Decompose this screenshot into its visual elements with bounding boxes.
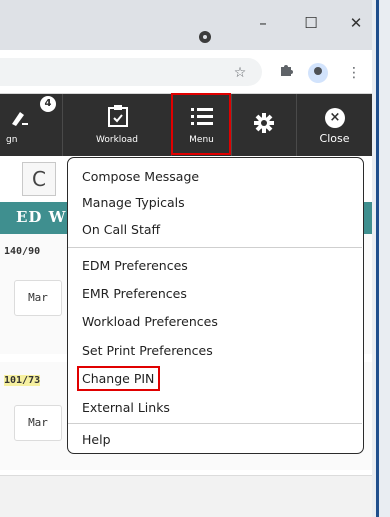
- address-field[interactable]: [0, 58, 262, 86]
- menu-button-highlight: [171, 93, 231, 155]
- kebab-menu-icon[interactable]: ⋮: [344, 63, 364, 83]
- sign-tool-button[interactable]: 4 gn: [0, 94, 61, 156]
- close-circle-icon: ×: [325, 108, 345, 128]
- window-edge: [372, 0, 390, 517]
- settings-button[interactable]: [231, 94, 296, 156]
- main-menu-dropdown: Compose Message Manage Typicals On Call …: [67, 157, 364, 454]
- menu-item-workload-preferences[interactable]: Workload Preferences: [82, 314, 218, 329]
- notification-badge: 4: [40, 96, 56, 112]
- menu-item-edm-preferences[interactable]: EDM Preferences: [82, 258, 188, 273]
- menu-divider: [68, 423, 362, 424]
- change-pin-highlight: [77, 366, 160, 391]
- menu-item-help[interactable]: Help: [82, 432, 111, 447]
- minimize-button[interactable]: –: [252, 12, 274, 34]
- menu-item-compose-message[interactable]: Compose Message: [82, 169, 199, 184]
- window-close-button[interactable]: ✕: [345, 12, 367, 34]
- menu-divider: [68, 247, 362, 248]
- browser-toolbar: ☆ ⋮: [0, 50, 372, 94]
- menu-item-set-print-preferences[interactable]: Set Print Preferences: [82, 343, 213, 358]
- recording-indicator-icon: [199, 31, 211, 43]
- bookmark-star-icon[interactable]: ☆: [230, 63, 250, 83]
- menu-item-external-links[interactable]: External Links: [82, 400, 170, 415]
- browser-titlebar: – ☐ ✕: [0, 0, 372, 50]
- date-cell[interactable]: Mar: [14, 280, 62, 316]
- section-header-text: ED W: [16, 208, 67, 226]
- bottom-panel: [0, 475, 372, 517]
- vital-bp: 140/90: [4, 246, 41, 257]
- workload-clipboard-icon: [108, 105, 128, 127]
- refresh-button[interactable]: C: [22, 162, 56, 196]
- menu-item-on-call-staff[interactable]: On Call Staff: [82, 222, 160, 237]
- menu-item-emr-preferences[interactable]: EMR Preferences: [82, 286, 187, 301]
- workload-button[interactable]: Workload: [62, 94, 171, 156]
- extensions-puzzle-icon[interactable]: [276, 63, 296, 83]
- date-cell[interactable]: Mar: [14, 405, 62, 441]
- close-label: Close: [319, 132, 350, 145]
- menu-item-manage-typicals[interactable]: Manage Typicals: [82, 195, 185, 210]
- sign-icon: [12, 112, 28, 126]
- close-app-button[interactable]: × Close: [296, 94, 372, 156]
- maximize-button[interactable]: ☐: [300, 12, 322, 34]
- sign-tool-label: gn: [6, 135, 18, 145]
- gear-icon: [254, 113, 274, 133]
- vital-bp: 101/73: [4, 375, 41, 386]
- profile-avatar-icon[interactable]: [308, 63, 328, 83]
- workload-label: Workload: [95, 135, 139, 145]
